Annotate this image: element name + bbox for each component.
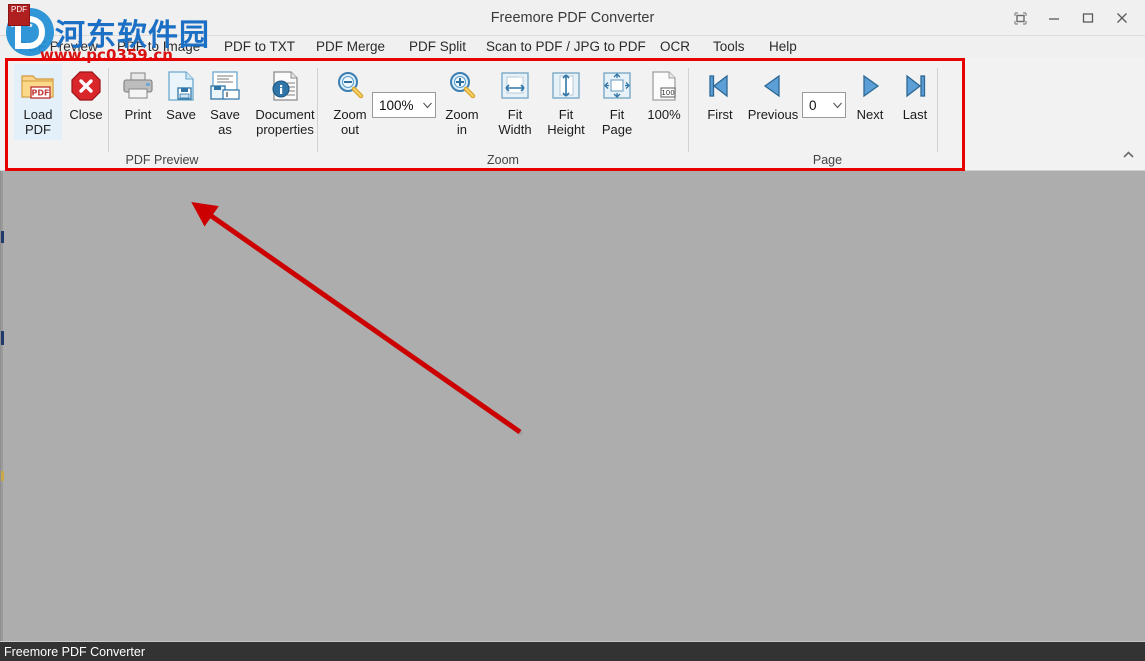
zoom-in-icon: [441, 68, 483, 104]
printer-icon: [119, 68, 157, 104]
chevron-down-icon[interactable]: [829, 102, 845, 109]
close-button[interactable]: [1105, 4, 1139, 32]
title-bar: Freemore PDF Converter: [0, 0, 1145, 36]
zoom-level-combo[interactable]: 100%: [372, 92, 436, 118]
close-pdf-button[interactable]: Close: [63, 64, 109, 125]
first-page-button[interactable]: First: [698, 64, 742, 125]
zoom-in-label: Zoom in: [445, 107, 479, 137]
menu-bar: PDF Preview PDF to Image PDF to TXT PDF …: [0, 36, 1145, 58]
ribbon-group-page: First Previous 0 Next Last Page: [690, 60, 965, 168]
zoom-out-label: Zoom out: [333, 107, 367, 137]
pdf-preview-area[interactable]: [0, 171, 1145, 641]
zoom-out-icon: [329, 68, 371, 104]
print-button[interactable]: Print: [116, 64, 160, 125]
edge-mark: [1, 471, 4, 481]
save-document-icon: [162, 68, 200, 104]
previous-page-icon: [743, 68, 803, 104]
folder-pdf-icon: PDF: [17, 68, 59, 104]
ribbon-group-label-page: Page: [812, 153, 843, 167]
next-page-icon: [849, 68, 891, 104]
maximize-button[interactable]: [1071, 4, 1105, 32]
fit-width-button[interactable]: Fit Width: [490, 64, 540, 140]
status-bar: Freemore PDF Converter: [0, 641, 1145, 661]
menu-item-ocr[interactable]: OCR: [657, 36, 693, 58]
window-title: Freemore PDF Converter: [490, 10, 655, 26]
last-page-icon: [896, 68, 934, 104]
save-as-label: Save as: [210, 107, 240, 137]
zoom-100-label: 100%: [647, 107, 681, 122]
menu-item-pdf-merge[interactable]: PDF Merge: [313, 36, 388, 58]
fit-page-button[interactable]: Fit Page: [593, 64, 641, 140]
ribbon-group-pdf-preview: PDF Load PDF Close Print Save Save as Do…: [8, 60, 316, 168]
print-label: Print: [124, 107, 152, 122]
fit-height-label: Fit Height: [547, 107, 585, 137]
edge-mark: [1, 231, 4, 243]
menu-item-help[interactable]: Help: [766, 36, 800, 58]
save-as-icon: [206, 68, 244, 104]
minimize-button[interactable]: [1037, 4, 1071, 32]
fit-height-icon: [543, 68, 589, 104]
status-bar-text: Freemore PDF Converter: [4, 645, 146, 659]
fit-height-button[interactable]: Fit Height: [540, 64, 592, 140]
zoom-100-icon: 100: [643, 68, 685, 104]
menu-item-pdf-to-image[interactable]: PDF to Image: [114, 36, 203, 58]
fit-width-icon: [493, 68, 537, 104]
menu-item-pdf-to-txt[interactable]: PDF to TXT: [221, 36, 298, 58]
fit-width-label: Fit Width: [498, 107, 532, 137]
window-controls: [1003, 0, 1139, 36]
menu-item-tools[interactable]: Tools: [710, 36, 748, 58]
zoom-100-button[interactable]: 100 100%: [640, 64, 688, 125]
ribbon-group-zoom: Zoom out 100% Zoom in Fit Width Fit Heig…: [318, 60, 688, 168]
previous-page-label: Previous: [747, 107, 799, 122]
last-page-button[interactable]: Last: [893, 64, 937, 125]
fit-page-icon: [596, 68, 638, 104]
save-as-button[interactable]: Save as: [203, 64, 247, 140]
edge-mark: [1, 331, 4, 345]
close-pdf-label: Close: [69, 107, 103, 122]
fit-page-label: Fit Page: [601, 107, 633, 137]
fit-screen-icon[interactable]: [1003, 4, 1037, 32]
menu-item-pdf-split[interactable]: PDF Split: [406, 36, 469, 58]
first-page-label: First: [707, 107, 733, 122]
save-label: Save: [166, 107, 196, 122]
document-properties-button[interactable]: Document properties: [246, 64, 324, 140]
menu-item-pdf-preview[interactable]: PDF Preview: [16, 36, 101, 58]
ribbon-group-label-zoom: Zoom: [487, 153, 519, 167]
last-page-label: Last: [902, 107, 928, 122]
svg-text:PDF: PDF: [32, 89, 50, 98]
load-pdf-label: Load PDF: [23, 107, 53, 137]
document-info-icon: [249, 68, 321, 104]
ribbon-toolbar: PDF Load PDF Close Print Save Save as Do…: [0, 58, 1145, 171]
previous-page-button[interactable]: Previous: [740, 64, 806, 125]
first-page-icon: [701, 68, 739, 104]
page-number-combo[interactable]: 0: [802, 92, 846, 118]
app-window: Freemore PDF Converter PDF Preview PDF t…: [0, 0, 1145, 661]
next-page-label: Next: [856, 107, 884, 122]
chevron-up-icon[interactable]: [1119, 146, 1137, 162]
chevron-down-icon[interactable]: [419, 102, 435, 109]
menu-item-scan-to-pdf[interactable]: Scan to PDF / JPG to PDF: [483, 36, 649, 58]
zoom-out-button[interactable]: Zoom out: [326, 64, 374, 140]
document-properties-label: Document properties: [255, 107, 315, 137]
page-number-value: 0: [809, 97, 817, 113]
zoom-in-button[interactable]: Zoom in: [438, 64, 486, 140]
stop-close-icon: [66, 68, 106, 104]
svg-text:100: 100: [661, 89, 674, 97]
save-button[interactable]: Save: [159, 64, 203, 125]
ribbon-group-label-pdf-preview: PDF Preview: [125, 153, 199, 167]
zoom-level-value: 100%: [379, 97, 414, 113]
load-pdf-button[interactable]: PDF Load PDF: [14, 64, 62, 140]
next-page-button[interactable]: Next: [846, 64, 894, 125]
